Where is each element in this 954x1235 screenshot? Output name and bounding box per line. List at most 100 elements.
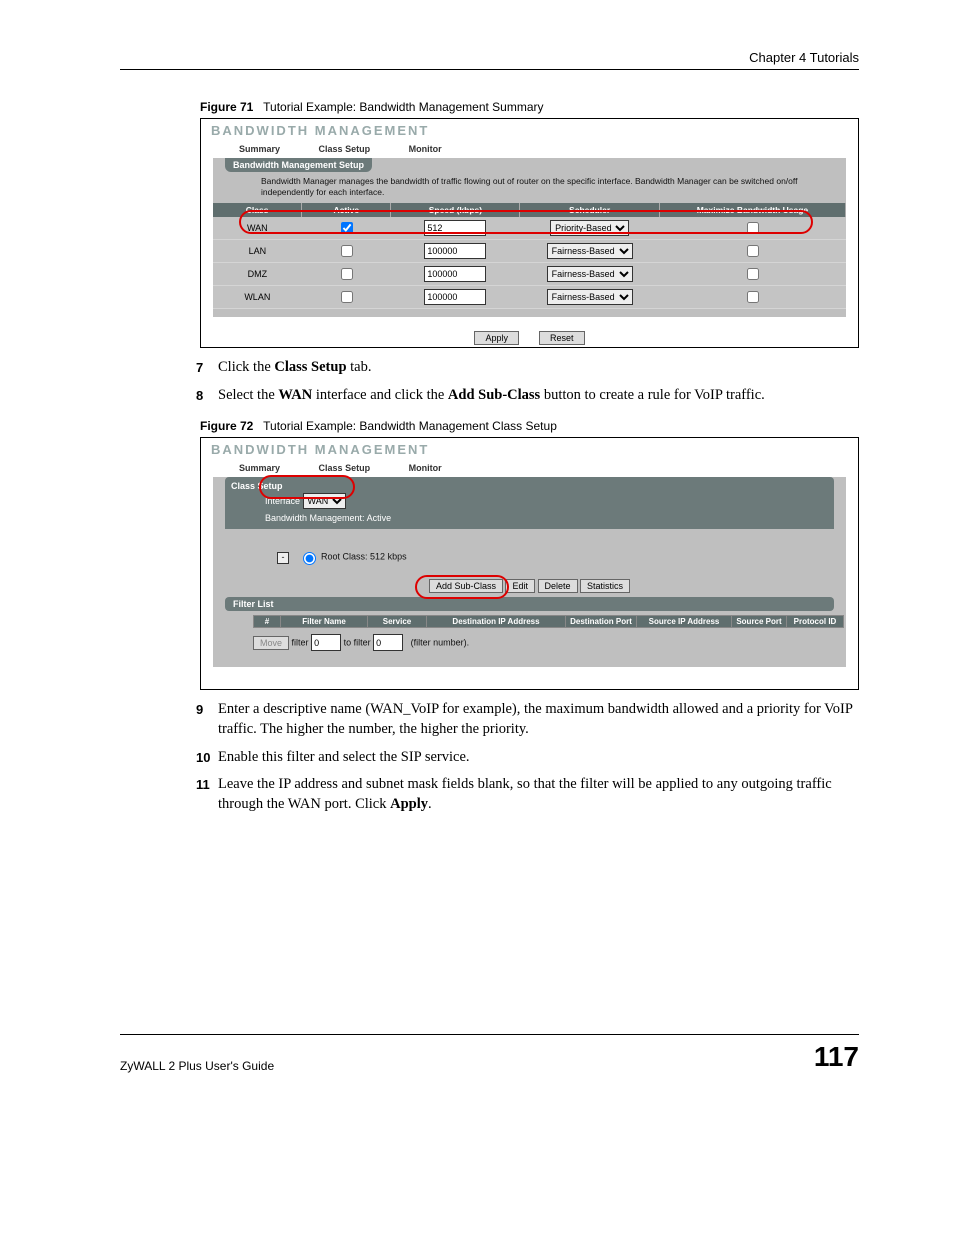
tab-monitor[interactable]: Monitor (391, 140, 460, 158)
cell-class: LAN (213, 240, 302, 263)
filter-list-head: Filter List (225, 597, 834, 611)
figure71-label: Figure 71 (200, 100, 253, 114)
active-checkbox[interactable] (341, 222, 353, 234)
figure71-caption: Figure 71 Tutorial Example: Bandwidth Ma… (200, 100, 859, 114)
class-setup-header: Class Setup Interface WAN Bandwidth Mana… (225, 477, 834, 529)
step-7: 7 Click the Class Setup tab. (200, 358, 859, 378)
fh-service: Service (368, 616, 427, 628)
step-number: 8 (196, 387, 203, 405)
figure71-caption-text: Tutorial Example: Bandwidth Management S… (263, 100, 543, 114)
step-number: 10 (196, 749, 210, 767)
step-number: 7 (196, 359, 203, 377)
speed-input[interactable] (424, 289, 486, 305)
figure72-screenshot: BANDWIDTH MANAGEMENT Summary Class Setup… (200, 437, 859, 690)
tab-summary[interactable]: Summary (221, 459, 298, 477)
table-row: DMZ Fairness-Based (213, 263, 846, 286)
root-class-radio[interactable] (303, 552, 316, 565)
hdr-active: Active (302, 203, 391, 217)
scheduler-select[interactable]: Fairness-Based (547, 266, 633, 282)
step-9: 9 Enter a descriptive name (WAN_VoIP for… (200, 700, 859, 739)
cell-class: WLAN (213, 286, 302, 309)
fig71-buttons: Apply Reset (201, 325, 858, 347)
hdr-max: Maximize Bandwidth Usage (659, 203, 845, 217)
fh-proto: Protocol ID (787, 616, 844, 628)
speed-input[interactable] (424, 243, 486, 259)
max-checkbox[interactable] (747, 222, 759, 234)
fig72-section-head: Class Setup (225, 481, 283, 491)
active-checkbox[interactable] (341, 268, 353, 280)
filter-word: filter (292, 638, 309, 648)
speed-input[interactable] (424, 220, 486, 236)
class-buttons: Add Sub-Class Edit Delete Statistics (213, 571, 846, 597)
tab-class-setup[interactable]: Class Setup (301, 140, 389, 158)
fh-dip: Destination IP Address (427, 616, 566, 628)
fig71-desc: Bandwidth Manager manages the bandwidth … (213, 176, 846, 203)
hdr-scheduler: Scheduler (520, 203, 659, 217)
edit-button[interactable]: Edit (505, 579, 535, 593)
bw-title: BANDWIDTH MANAGEMENT (201, 119, 858, 140)
scheduler-select[interactable]: Fairness-Based (547, 243, 633, 259)
filter-to-input[interactable] (373, 634, 403, 651)
filter-from-input[interactable] (311, 634, 341, 651)
bm-status-line: Bandwidth Management: Active (225, 511, 834, 525)
tab-monitor[interactable]: Monitor (391, 459, 460, 477)
step-11: 11Leave the IP address and subnet mask f… (200, 775, 859, 814)
delete-button[interactable]: Delete (538, 579, 578, 593)
fh-name: Filter Name (281, 616, 368, 628)
bw-title: BANDWIDTH MANAGEMENT (201, 438, 858, 459)
step-number: 11 (196, 776, 210, 794)
scheduler-select[interactable]: Fairness-Based (547, 289, 633, 305)
tab-class-setup[interactable]: Class Setup (301, 459, 389, 477)
root-class-row: - Root Class: 512 kbps (237, 547, 846, 571)
figure71-screenshot: BANDWIDTH MANAGEMENT Summary Class Setup… (200, 118, 859, 348)
page-footer: ZyWALL 2 Plus User's Guide 117 (120, 1034, 859, 1073)
fig71-section-head: Bandwidth Management Setup (225, 158, 372, 172)
add-sub-class-button[interactable]: Add Sub-Class (429, 579, 503, 593)
fh-num: # (254, 616, 281, 628)
figure72-caption: Figure 72 Tutorial Example: Bandwidth Ma… (200, 419, 859, 433)
footer-page-number: 117 (814, 1041, 859, 1073)
active-checkbox[interactable] (341, 291, 353, 303)
filter-header: # Filter Name Service Destination IP Add… (254, 616, 844, 628)
tab-summary[interactable]: Summary (221, 140, 298, 158)
bw-table: Class Active Speed (kbps) Scheduler Maxi… (213, 203, 846, 309)
fig72-panel: Class Setup Interface WAN Bandwidth Mana… (213, 477, 846, 667)
steps-9-11: 9 Enter a descriptive name (WAN_VoIP for… (200, 700, 859, 814)
to-filter-label: to filter (344, 638, 371, 648)
table-row: WAN Priority-Based (213, 217, 846, 240)
hdr-class: Class (213, 203, 302, 217)
scheduler-select[interactable]: Priority-Based (550, 220, 629, 236)
chapter-header: Chapter 4 Tutorials (120, 50, 859, 70)
figure72-label: Figure 72 (200, 419, 253, 433)
statistics-button[interactable]: Statistics (580, 579, 630, 593)
cell-class: DMZ (213, 263, 302, 286)
fh-dport: Destination Port (566, 616, 637, 628)
step-8: 8 Select the WAN interface and click the… (200, 386, 859, 406)
active-checkbox[interactable] (341, 245, 353, 257)
max-checkbox[interactable] (747, 268, 759, 280)
fig71-panel: Bandwidth Management Setup Bandwidth Man… (213, 158, 846, 317)
apply-button[interactable]: Apply (474, 331, 519, 345)
bw-table-header: Class Active Speed (kbps) Scheduler Maxi… (213, 203, 846, 217)
collapse-icon[interactable]: - (277, 552, 289, 564)
step-10: 10Enable this filter and select the SIP … (200, 748, 859, 768)
steps-7-8: 7 Click the Class Setup tab. 8 Select th… (200, 358, 859, 405)
fh-sip: Source IP Address (637, 616, 732, 628)
figure72-caption-text: Tutorial Example: Bandwidth Management C… (263, 419, 557, 433)
max-checkbox[interactable] (747, 291, 759, 303)
hdr-speed: Speed (kbps) (391, 203, 520, 217)
interface-select[interactable]: WAN (303, 493, 346, 509)
max-checkbox[interactable] (747, 245, 759, 257)
fig72-tabbar: Summary Class Setup Monitor (201, 459, 858, 477)
root-class-label: Root Class: 512 kbps (321, 552, 407, 562)
step-number: 9 (196, 701, 203, 719)
interface-label: Interface (265, 496, 300, 506)
fig71-tabbar: Summary Class Setup Monitor (201, 140, 858, 158)
reset-button[interactable]: Reset (539, 331, 585, 345)
table-row: LAN Fairness-Based (213, 240, 846, 263)
footer-guide: ZyWALL 2 Plus User's Guide (120, 1059, 274, 1073)
interface-line: Interface WAN (225, 491, 834, 511)
move-button[interactable]: Move (253, 636, 289, 650)
speed-input[interactable] (424, 266, 486, 282)
fh-sport: Source Port (732, 616, 787, 628)
